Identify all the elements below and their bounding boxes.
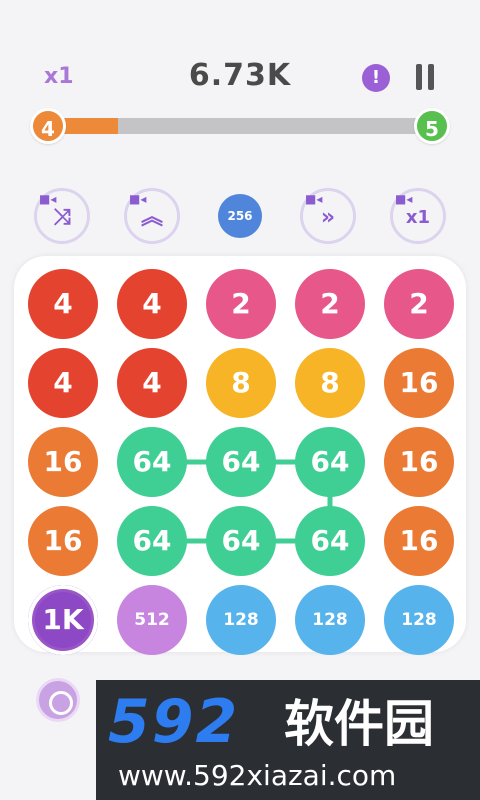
current-level-badge: 4 — [30, 108, 66, 144]
pause-icon-bar — [428, 64, 434, 90]
score-multiplier: x1 — [44, 64, 74, 89]
tile-3-0[interactable]: 16 — [28, 506, 98, 576]
settings-swirl-button[interactable] — [36, 678, 80, 722]
tile-2-3[interactable]: 64 — [295, 427, 365, 497]
tile-4-4[interactable]: 128 — [384, 585, 454, 655]
info-button[interactable]: ! — [362, 64, 390, 92]
tile-2-2[interactable]: 64 — [206, 427, 276, 497]
upgrade-powerup-button[interactable]: ■◂ ︽ — [124, 188, 180, 244]
level-progress: 4 5 — [30, 108, 450, 144]
tile-0-1[interactable]: 4 — [117, 269, 187, 339]
tile-3-4[interactable]: 16 — [384, 506, 454, 576]
watermark-name: 软件园 — [284, 695, 434, 753]
watermark-url: www.592xiazai.com — [118, 759, 397, 792]
top-bar: x1 6.73K ! — [0, 52, 480, 102]
score-display: 6.73K — [188, 58, 292, 93]
tile-1-2[interactable]: 8 — [206, 348, 276, 418]
next-level-badge: 5 — [414, 108, 450, 144]
shuffle-icon: ⤨ — [53, 205, 71, 230]
next-tile-preview: 256 — [218, 194, 262, 238]
tile-0-0[interactable]: 4 — [28, 269, 98, 339]
tile-2-0[interactable]: 16 — [28, 427, 98, 497]
tile-1-0[interactable]: 4 — [28, 348, 98, 418]
tile-3-3[interactable]: 64 — [295, 506, 365, 576]
tile-0-2[interactable]: 2 — [206, 269, 276, 339]
video-ad-icon: ■◂ — [305, 192, 323, 206]
tile-0-4[interactable]: 2 — [384, 269, 454, 339]
video-ad-icon: ■◂ — [129, 192, 147, 206]
watermark-banner: 592 软件园 www.592xiazai.com — [96, 680, 480, 800]
fast-forward-powerup-button[interactable]: ■◂ » — [300, 188, 356, 244]
pause-icon-bar — [416, 64, 422, 90]
pause-button[interactable] — [414, 64, 436, 92]
progress-track — [50, 118, 430, 134]
tile-0-3[interactable]: 2 — [295, 269, 365, 339]
tile-1-3[interactable]: 8 — [295, 348, 365, 418]
video-ad-icon: ■◂ — [39, 192, 57, 206]
watermark-logo: 592 — [108, 687, 240, 757]
tile-4-3[interactable]: 128 — [295, 585, 365, 655]
tile-4-2[interactable]: 128 — [206, 585, 276, 655]
powerup-bar: ■◂ ⤨ ■◂ ︽ 256 ■◂ » ■◂ x1 — [0, 188, 480, 244]
multiplier-icon: x1 — [405, 207, 431, 228]
tile-2-4[interactable]: 16 — [384, 427, 454, 497]
tile-3-2[interactable]: 64 — [206, 506, 276, 576]
shuffle-powerup-button[interactable]: ■◂ ⤨ — [34, 188, 90, 244]
video-ad-icon: ■◂ — [395, 192, 413, 206]
tile-1-4[interactable]: 16 — [384, 348, 454, 418]
fast-forward-icon: » — [320, 205, 336, 230]
double-chevron-up-icon: ︽ — [140, 205, 163, 230]
tile-1-1[interactable]: 4 — [117, 348, 187, 418]
tile-3-1[interactable]: 64 — [117, 506, 187, 576]
game-board: 4 4 2 2 2 4 4 8 8 16 16 64 64 64 16 16 64 64 64 16 1K 512 128 1… — [14, 256, 466, 655]
tile-4-1[interactable]: 512 — [117, 585, 187, 655]
multiplier-powerup-button[interactable]: ■◂ x1 — [390, 188, 446, 244]
tile-4-0[interactable]: 1K — [28, 585, 98, 655]
tile-2-1[interactable]: 64 — [117, 427, 187, 497]
